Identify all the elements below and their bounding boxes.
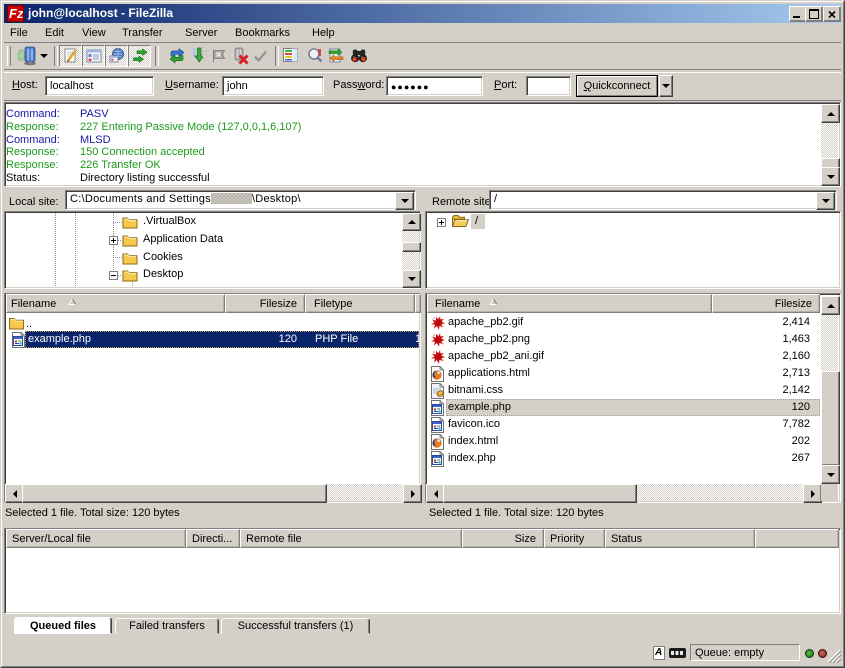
svg-text:Fz: Fz [9, 6, 23, 21]
